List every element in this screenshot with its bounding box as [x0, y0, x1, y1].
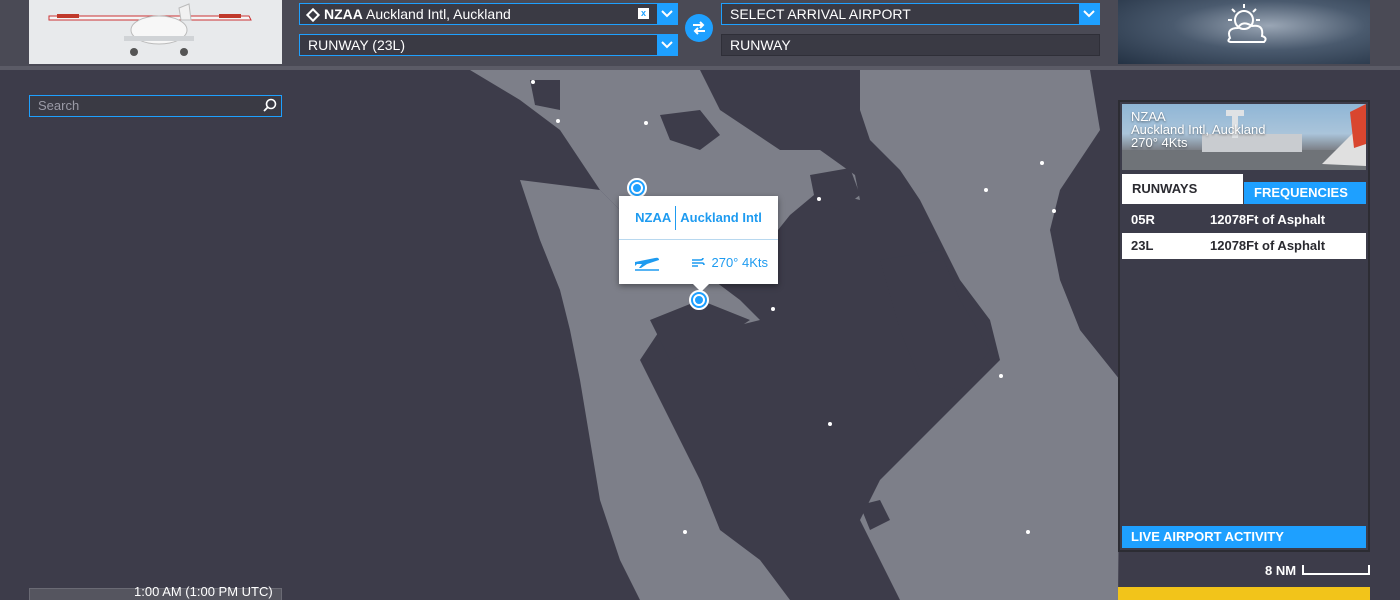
- popup-name: Auckland Intl: [680, 210, 762, 225]
- live-airport-activity-button[interactable]: LIVE AIRPORT ACTIVITY: [1122, 526, 1366, 548]
- arrival-placeholder: SELECT ARRIVAL AIRPORT: [730, 6, 911, 22]
- location-icon: [305, 7, 321, 23]
- popup-code: NZAA: [635, 210, 672, 225]
- arrival-runway-field[interactable]: RUNWAY: [721, 34, 1100, 56]
- airport-popup[interactable]: NZAA Auckland Intl 270° 4Kts: [619, 196, 778, 292]
- clear-departure-button[interactable]: x: [638, 8, 649, 19]
- airport-marker-north[interactable]: [627, 178, 647, 198]
- arrival-airport-field[interactable]: SELECT ARRIVAL AIRPORT: [721, 3, 1100, 25]
- arrival-runway: RUNWAY: [730, 37, 791, 53]
- runway-row[interactable]: 23L 12078Ft of Asphalt: [1122, 233, 1366, 259]
- runway-length: 12078Ft of Asphalt: [1210, 212, 1326, 227]
- popup-wind: 270° 4Kts: [711, 254, 768, 270]
- map-scale-label: 8 NM: [1265, 563, 1297, 578]
- search-input[interactable]: Search: [29, 95, 282, 117]
- wind-icon: [692, 257, 706, 267]
- panel-wind: 270° 4Kts: [1131, 135, 1188, 150]
- airport-photo: NZAA Auckland Intl, Auckland 270° 4Kts: [1122, 104, 1366, 170]
- time-field[interactable]: 1:00 AM (1:00 PM UTC): [29, 584, 282, 600]
- departure-airport-field[interactable]: NZAA Auckland Intl, Auckland x: [299, 3, 678, 25]
- airport-marker-nzaa[interactable]: [689, 290, 709, 310]
- airport-info-panel: NZAA Auckland Intl, Auckland 270° 4Kts R…: [1118, 100, 1370, 552]
- tab-runways[interactable]: RUNWAYS: [1122, 174, 1243, 204]
- swap-airports-button[interactable]: [685, 14, 713, 42]
- tab-frequencies[interactable]: FREQUENCIES: [1244, 182, 1366, 204]
- time-label: 1:00 AM (1:00 PM UTC): [134, 584, 273, 599]
- fly-button[interactable]: [1118, 587, 1370, 600]
- search-icon[interactable]: [263, 98, 277, 112]
- search-placeholder: Search: [38, 98, 80, 113]
- popup-divider: [675, 205, 677, 230]
- departure-runway: RUNWAY (23L): [308, 37, 405, 53]
- runway-length: 12078Ft of Asphalt: [1210, 238, 1326, 253]
- runway-id: 05R: [1131, 212, 1155, 227]
- departure-runway-field[interactable]: RUNWAY (23L): [299, 34, 678, 56]
- departure-code: NZAA: [324, 6, 363, 22]
- runway-id: 23L: [1131, 238, 1154, 253]
- aircraft-thumbnail[interactable]: [29, 0, 282, 64]
- chevron-down-icon[interactable]: [657, 35, 677, 55]
- weather-thumbnail[interactable]: [1118, 0, 1370, 64]
- chevron-down-icon[interactable]: [1079, 4, 1099, 24]
- departure-name: Auckland Intl, Auckland: [366, 6, 511, 22]
- departure-plane-icon[interactable]: [633, 253, 661, 271]
- partly-cloudy-icon: [1227, 4, 1267, 43]
- swap-icon: [693, 21, 705, 35]
- runway-row[interactable]: 05R 12078Ft of Asphalt: [1122, 207, 1366, 233]
- map-scale-bar: [1302, 565, 1370, 575]
- top-bar: NZAA Auckland Intl, Auckland x RUNWAY (2…: [0, 0, 1400, 70]
- chevron-down-icon[interactable]: [657, 4, 677, 24]
